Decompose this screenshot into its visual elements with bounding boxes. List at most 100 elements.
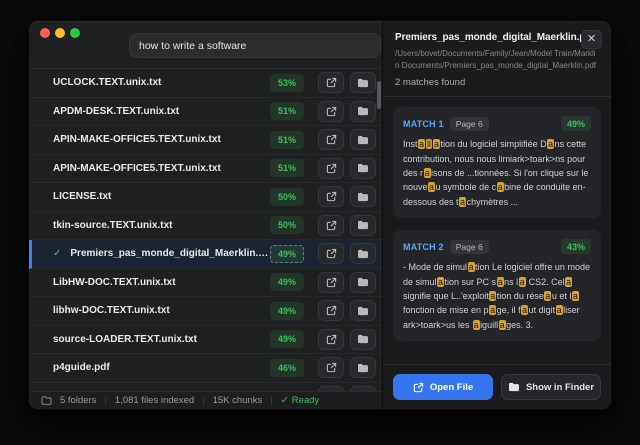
- reveal-in-folder-button[interactable]: [350, 328, 376, 350]
- open-file-label: Open File: [429, 381, 474, 393]
- open-external-button[interactable]: [318, 129, 344, 151]
- file-row[interactable]: ✓ APIN-MAKE-OFFICE5.TEXT.unix.txt 51%: [29, 126, 384, 155]
- status-separator: |: [104, 395, 107, 406]
- external-link-icon: [326, 192, 336, 202]
- file-name: tkin-source.TEXT.unix.txt: [53, 219, 173, 231]
- match-score-badge: 53%: [269, 73, 304, 92]
- reveal-in-folder-button[interactable]: [350, 214, 376, 236]
- match-score-badge: 49%: [269, 301, 304, 320]
- open-external-button[interactable]: [318, 72, 344, 94]
- folder-icon: [41, 396, 52, 405]
- match-card[interactable]: MATCH 1 Page 6 49% Inst a ll a tion du logic…: [393, 107, 601, 219]
- folder-icon: [358, 278, 368, 287]
- file-row[interactable]: ✓ tkin-source.TEXT.unix.txt 50%: [29, 212, 384, 240]
- file-row[interactable]: ✓ APIN-MAKE-OFFICE5.TEXT.unix.txt 51%: [29, 155, 384, 183]
- minimize-window-button[interactable]: [55, 28, 65, 38]
- reveal-in-folder-button[interactable]: [350, 157, 376, 179]
- folder-icon: [358, 335, 368, 344]
- reveal-in-folder-button[interactable]: [350, 300, 376, 322]
- status-separator: |: [202, 395, 205, 406]
- external-link-icon: [326, 135, 336, 145]
- scrollbar-thumb[interactable]: [377, 81, 381, 109]
- match-score-badge: 50%: [269, 216, 304, 235]
- show-in-finder-button[interactable]: Show in Finder: [501, 374, 601, 400]
- reveal-in-folder-button[interactable]: [350, 357, 376, 379]
- external-link-icon: [326, 249, 336, 259]
- file-row[interactable]: ✓ LibHW-DOC.TEXT.unix.txt 49%: [29, 269, 384, 297]
- file-row[interactable]: ✓ APDM-DESK.TEXT.unix.txt 51%: [29, 98, 384, 126]
- desktop-background: ✓ UCLOCK.TEXT.unix.txt 53% ✓ APDM-DESK.T…: [0, 0, 640, 445]
- match-list: MATCH 1 Page 6 49% Inst a ll a tion du logic…: [383, 97, 611, 364]
- external-link-icon: [326, 334, 336, 344]
- file-name: libhw-DOC.TEXT.unix.txt: [53, 305, 170, 317]
- open-external-button[interactable]: [318, 357, 344, 379]
- file-name: Premiers_pas_monde_digital_Maerklin.pdf: [70, 248, 270, 260]
- status-folders: 5 folders: [60, 395, 97, 406]
- open-external-button[interactable]: [318, 214, 344, 236]
- status-separator: |: [270, 395, 273, 406]
- folder-icon: [358, 135, 368, 144]
- match-text: - Mode de simul a tion Le logiciel offre u…: [403, 262, 590, 330]
- titlebar: [29, 21, 384, 69]
- open-external-button[interactable]: [318, 243, 344, 265]
- open-external-button[interactable]: [318, 186, 344, 208]
- match-card-header: MATCH 2 Page 6 43%: [403, 239, 591, 255]
- folder-icon: [358, 306, 368, 315]
- external-link-icon: [326, 106, 336, 116]
- reveal-in-folder-button[interactable]: [350, 243, 376, 265]
- folder-icon: [358, 249, 368, 258]
- detail-file-title: Premiers_pas_monde_digital_Maerklin.pdf: [395, 32, 595, 43]
- match-score-badge: 46%: [269, 358, 304, 377]
- detail-panel: Premiers_pas_monde_digital_Maerklin.pdf …: [382, 21, 611, 409]
- open-external-button[interactable]: [318, 328, 344, 350]
- reveal-in-folder-button[interactable]: [350, 129, 376, 151]
- file-list[interactable]: ✓ UCLOCK.TEXT.unix.txt 53% ✓ APDM-DESK.T…: [29, 69, 384, 391]
- status-ready: ✓ Ready: [281, 395, 319, 406]
- file-row[interactable]: ✓ UCLOCK.TEXT.unix.txt 53%: [29, 69, 384, 98]
- external-link-icon: [326, 220, 336, 230]
- match-score-badge: 49%: [560, 116, 591, 132]
- file-row[interactable]: ✓ LICENSE.txt 50%: [29, 183, 384, 212]
- folder-icon: [358, 107, 368, 116]
- zoom-window-button[interactable]: [70, 28, 80, 38]
- file-row[interactable]: ✓ p4guide.pdf 46%: [29, 354, 384, 383]
- file-name: LICENSE.txt: [53, 191, 112, 203]
- folder-icon: [358, 164, 368, 173]
- file-row[interactable]: ✓ Premiers_pas_monde_digital_Maerklin.pd…: [29, 240, 384, 269]
- status-chunks: 15K chunks: [212, 395, 263, 406]
- match-score-badge: 49%: [269, 244, 304, 263]
- reveal-in-folder-button[interactable]: [350, 72, 376, 94]
- search-input[interactable]: [129, 33, 381, 58]
- folder-icon: [508, 382, 519, 392]
- external-link-icon: [326, 163, 336, 173]
- reveal-in-folder-button[interactable]: [350, 271, 376, 293]
- results-section: ✓ UCLOCK.TEXT.unix.txt 53% ✓ APDM-DESK.T…: [29, 21, 384, 409]
- close-panel-button[interactable]: ✕: [581, 30, 602, 49]
- external-link-icon: [326, 78, 336, 88]
- file-row[interactable]: ✓ libhw-DOC.TEXT.unix.txt 49%: [29, 297, 384, 326]
- status-ready-label: Ready: [291, 395, 320, 406]
- match-score-badge: 50%: [269, 187, 304, 206]
- reveal-in-folder-button[interactable]: [350, 186, 376, 208]
- close-window-button[interactable]: [40, 28, 50, 38]
- open-external-button[interactable]: [318, 100, 344, 122]
- open-file-button[interactable]: Open File: [393, 374, 493, 400]
- match-card[interactable]: MATCH 2 Page 6 43% - Mode de simul a tion …: [393, 230, 601, 342]
- match-score-badge: 49%: [269, 330, 304, 349]
- matches-found-label: 2 matches found: [395, 77, 466, 89]
- file-row[interactable]: ✓ source-LOADER.TEXT.unix.txt 49%: [29, 326, 384, 354]
- file-row[interactable]: ✓: [29, 383, 384, 391]
- check-icon: ✓: [280, 395, 289, 406]
- match-text: Inst a ll a tion du logiciel simplifiée Da ns…: [403, 139, 589, 207]
- detail-panel-header: Premiers_pas_monde_digital_Maerklin.pdf …: [383, 21, 611, 98]
- folder-icon: [358, 192, 368, 201]
- status-bar: 5 folders | 1,081 files indexed | 15K ch…: [29, 391, 384, 409]
- open-external-button[interactable]: [318, 300, 344, 322]
- traffic-lights: [40, 28, 80, 38]
- open-external-button[interactable]: [318, 157, 344, 179]
- match-card-header: MATCH 1 Page 6 49%: [403, 116, 591, 132]
- reveal-in-folder-button[interactable]: [350, 100, 376, 122]
- open-external-button[interactable]: [318, 271, 344, 293]
- match-score-badge: 51%: [269, 102, 304, 121]
- match-score-badge: 51%: [269, 159, 304, 178]
